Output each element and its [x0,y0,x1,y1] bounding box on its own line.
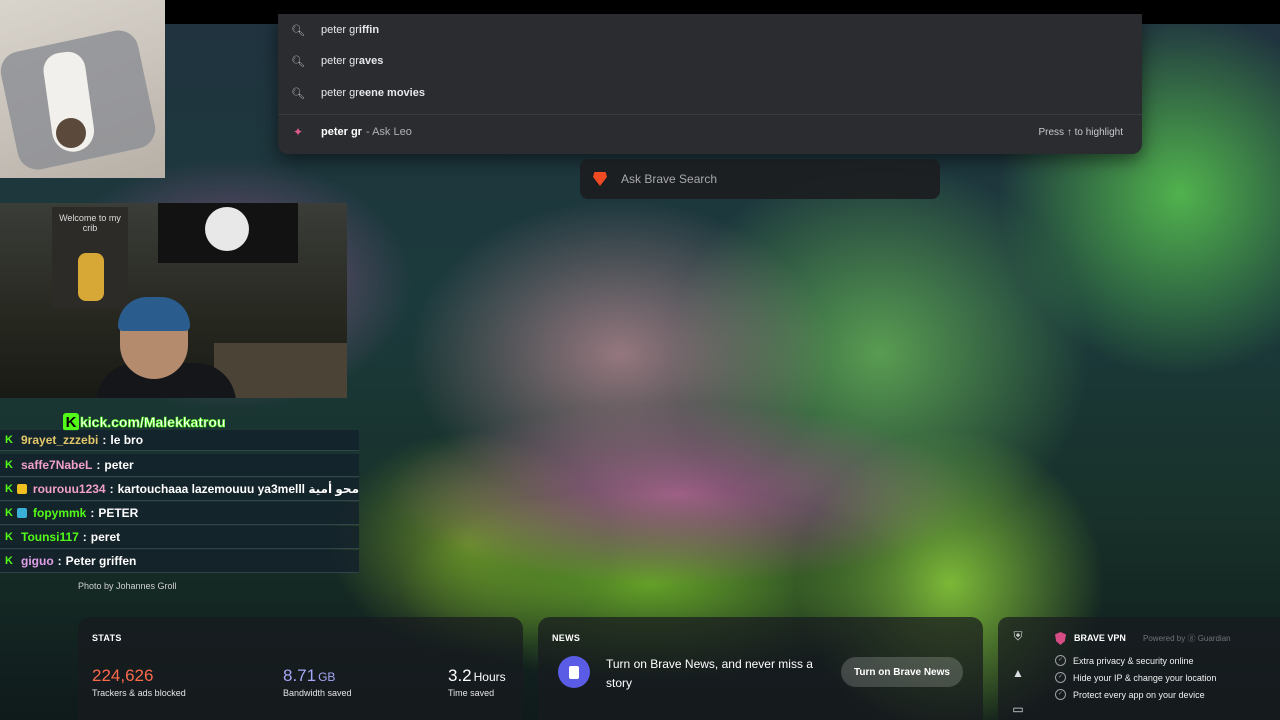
chat-text: Peter griffen [65,554,137,568]
search-icon: 🔍︎ [291,87,305,100]
poster-text: Welcome to my crib [59,213,121,233]
skull-flag-icon [205,207,249,251]
leo-query: peter gr [321,126,362,138]
suggestion-item[interactable]: 🔍︎ peter graves [278,46,1142,76]
vpn-title: BRAVE VPN [1074,633,1126,643]
trackers-label: Trackers & ads blocked [92,688,186,698]
kick-url: kick.com/Malekkatrou [80,414,226,431]
subscriber-badge-icon [16,484,27,494]
bandwidth-label: Bandwidth saved [283,688,352,698]
stats-widget: STATS 224,626 Trackers & ads blocked 8.7… [78,617,523,720]
kick-badge-icon: K [5,483,13,495]
chat-text: PETER [98,506,139,520]
chat-message: K rourouu1234: kartouchaaa lazemouuu ya3… [0,478,359,501]
chat-user: giguo [21,554,54,568]
time-label: Time saved [448,688,495,698]
trackers-stat: 224,626 Trackers & ads blocked [92,666,186,698]
vpn-powered-by: Powered by ⓖ Guardian [1143,634,1231,643]
chat-message: K giguo: Peter griffen [0,550,359,573]
highlight-hint: Press ↑ to highlight [1038,126,1124,138]
vpn-shield-icon [1055,632,1066,645]
check-icon: ✓ [1055,655,1066,666]
vpn-feature: ✓ Hide your IP & change your location [1055,672,1216,683]
shield-icon[interactable]: ⛨ [1011,629,1025,643]
search-input[interactable] [619,171,923,187]
chat-text: le bro [110,433,144,447]
check-icon: ✓ [1055,689,1066,700]
brave-search-box[interactable] [580,159,940,199]
time-unit: Hours [473,670,506,684]
news-title: NEWS [552,633,581,643]
bandwidth-unit: GB [318,670,336,684]
chat-message: K fopymmk: PETER [0,502,359,525]
webcam-feed: Welcome to my crib [0,203,347,398]
suggestion-text: peter greene movies [321,87,425,99]
suggestion-text: peter griffin [321,24,380,36]
vpn-feature: ✓ Extra privacy & security online [1055,655,1194,666]
chat-user: Tounsi117 [21,530,79,544]
time-stat: 3.2 Hours Time saved [448,666,506,698]
news-widget: NEWS Turn on Brave News, and never miss … [538,617,983,720]
vpn-feature: ✓ Protect every app on your device [1055,689,1205,700]
camera-icon[interactable]: ▭ [1011,702,1025,716]
warning-icon[interactable]: ▲ [1011,666,1025,680]
suggestion-text: peter graves [321,55,384,67]
gifter-badge-icon [17,508,27,518]
bandwidth-value: 8.71 [283,666,317,685]
suggestion-item[interactable]: 🔍︎ peter griffin [278,15,1142,45]
omnibox-dropdown: 🔍︎ peter griffin 🔍︎ peter graves 🔍︎ pete… [278,14,1142,154]
check-icon: ✓ [1055,672,1066,683]
chat-message: K Tounsi117: peret [0,526,359,549]
brave-lion-icon [593,172,607,186]
turn-on-news-button[interactable]: Turn on Brave News [841,657,963,687]
divider [278,114,1142,115]
cat-photo [0,0,165,178]
chat-message: K 9rayet_zzzebi: le bro [0,430,359,451]
chat-message: K saffe7NabeL: peter [0,454,359,477]
search-icon: 🔍︎ [291,24,305,37]
chat-text: peter [104,458,134,472]
chat-user: saffe7NabeL [21,458,93,472]
chat-user: rourouu1234 [32,482,106,496]
kick-badge-icon: K [5,434,13,446]
ask-leo-suggestion[interactable]: ✦ peter gr - Ask Leo Press ↑ to highligh… [278,117,1142,147]
kick-badge-icon: K [5,555,13,567]
bandwidth-stat: 8.71 GB Bandwidth saved [283,666,352,698]
time-value: 3.2 [448,666,472,685]
suggestion-item[interactable]: 🔍︎ peter greene movies [278,78,1142,108]
news-text: Turn on Brave News, and never miss a sto… [606,657,813,690]
kick-badge-icon: K [5,459,13,471]
leo-source: - Ask Leo [365,126,412,138]
photo-credit[interactable]: Photo by Johannes Groll [78,581,177,591]
stats-title: STATS [92,633,122,643]
leo-icon: ✦ [292,125,304,139]
chat-user: 9rayet_zzzebi [21,433,99,447]
chat-text: kartouchaaa lazemouuu ya3melll محو أمية [117,482,359,496]
widget-rail: ⛨ ▲ ▭ [998,617,1039,720]
trackers-value: 224,626 [92,666,154,685]
search-icon: 🔍︎ [291,55,305,68]
chat-user: fopymmk [33,506,87,520]
vpn-widget[interactable]: BRAVE VPN Powered by ⓖ Guardian ✓ Extra p… [1039,617,1280,720]
kick-logo-icon: K [63,413,79,431]
news-icon [558,656,590,688]
chat-text: peret [90,530,121,544]
kick-badge-icon: K [5,507,13,519]
kick-badge-icon: K [5,531,13,543]
